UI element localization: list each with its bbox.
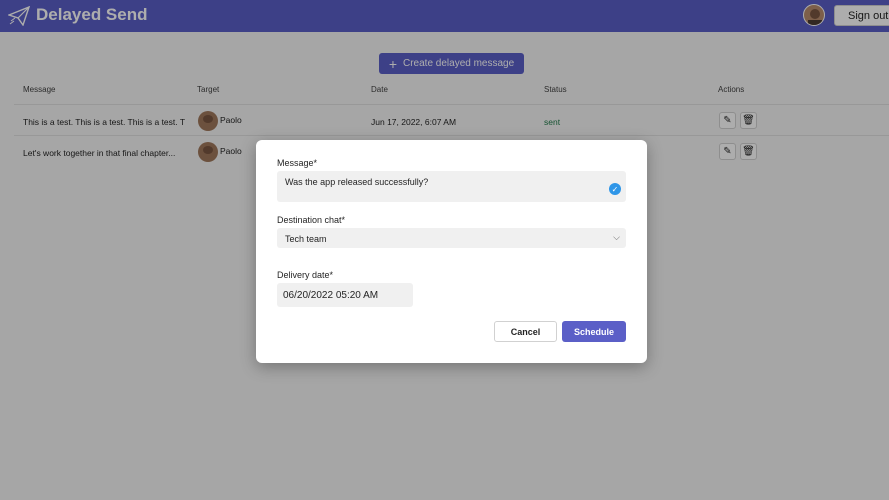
chevron-down-icon: ⌵ bbox=[613, 232, 620, 242]
destination-label: Destination chat* bbox=[277, 215, 346, 225]
schedule-button[interactable]: Schedule bbox=[562, 321, 626, 342]
message-value: Was the app released successfully? bbox=[285, 177, 429, 187]
delivery-date-field[interactable]: 06/20/2022 05:20 AM bbox=[277, 283, 413, 307]
schedule-dialog: Message* Was the app released successful… bbox=[256, 140, 647, 363]
message-label: Message* bbox=[277, 158, 318, 168]
destination-value: Tech team bbox=[285, 234, 327, 244]
delivery-date-value: 06/20/2022 05:20 AM bbox=[283, 290, 379, 301]
message-field[interactable]: Was the app released successfully? ✓ bbox=[277, 171, 626, 202]
delivery-date-label: Delivery date* bbox=[277, 270, 334, 280]
check-icon: ✓ bbox=[609, 183, 621, 195]
cancel-button[interactable]: Cancel bbox=[494, 321, 557, 342]
destination-chat-select[interactable]: Tech team ⌵ bbox=[277, 228, 626, 248]
